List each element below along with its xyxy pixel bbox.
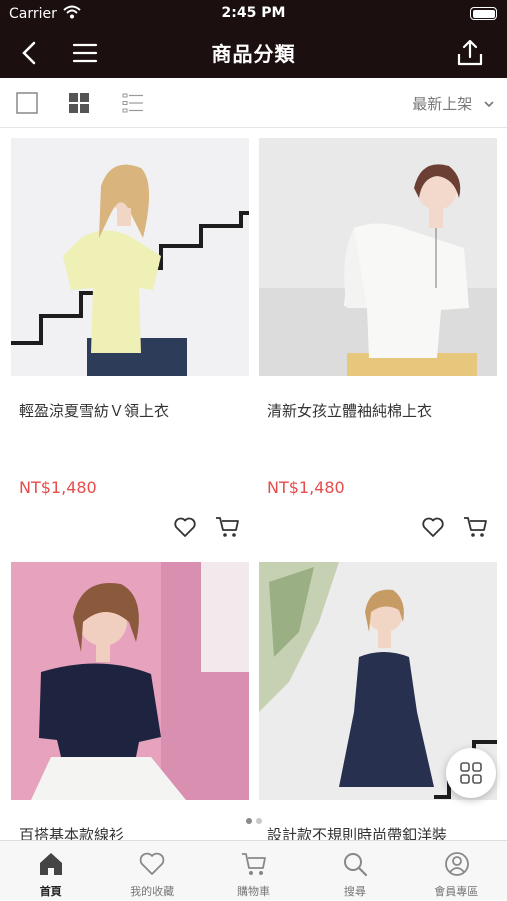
- tab-label: 搜尋: [343, 885, 366, 898]
- view-toolbar: 最新上架: [0, 78, 507, 128]
- grid-toggle-button[interactable]: [446, 748, 496, 798]
- product-price: NT$1,480: [267, 478, 345, 497]
- sort-label: 最新上架: [412, 95, 473, 113]
- tab-member[interactable]: 會員專區: [406, 841, 507, 901]
- single-view-icon[interactable]: [15, 91, 39, 115]
- tab-bar: 首頁 我的收藏 購物車 搜尋 會員專區: [0, 840, 507, 900]
- product-card[interactable]: 百搭基本款線衫: [11, 562, 249, 840]
- list-view-icon[interactable]: [121, 91, 145, 115]
- product-image[interactable]: [11, 138, 249, 376]
- page-dot: [245, 818, 252, 824]
- status-bar: Carrier 2:45 PM: [0, 0, 507, 28]
- product-card[interactable]: 設計款不規則時尚帶釦洋裝: [259, 562, 497, 840]
- tab-label: 首頁: [39, 885, 62, 898]
- grid-icon: [460, 762, 482, 784]
- search-icon: [344, 853, 368, 877]
- tab-label: 我的收藏: [130, 885, 175, 898]
- tab-search[interactable]: 搜尋: [304, 841, 405, 901]
- tab-label: 會員專區: [434, 885, 479, 898]
- clock: 2:45 PM: [221, 5, 286, 21]
- page-title: 商品分類: [211, 42, 296, 66]
- heart-icon[interactable]: [173, 515, 197, 539]
- chevron-down-icon: [484, 101, 494, 108]
- heart-icon[interactable]: [421, 515, 445, 539]
- nav-bar: 商品分類: [0, 28, 507, 78]
- tab-home[interactable]: 首頁: [0, 841, 101, 901]
- battery-icon: [470, 7, 497, 20]
- tab-label: 購物車: [236, 885, 270, 898]
- product-card[interactable]: 清新女孩立體袖純棉上衣 NT$1,480: [259, 138, 497, 548]
- page-dot: [255, 818, 262, 824]
- heart-icon: [140, 852, 165, 875]
- product-name: 清新女孩立體袖純棉上衣: [267, 402, 433, 420]
- cart-icon[interactable]: [215, 515, 241, 539]
- product-image[interactable]: [259, 138, 497, 376]
- tab-cart[interactable]: 購物車: [203, 841, 304, 901]
- grid-view-icon[interactable]: [67, 91, 91, 115]
- cart-icon: [241, 853, 266, 875]
- page-indicator: [0, 809, 507, 828]
- product-grid: 輕盈涼夏雪紡Ｖ領上衣 NT$1,480 清新女孩立體袖純棉上衣 NT$1,480: [0, 128, 507, 840]
- cart-icon[interactable]: [463, 515, 489, 539]
- product-image[interactable]: [11, 562, 249, 800]
- product-card[interactable]: 輕盈涼夏雪紡Ｖ領上衣 NT$1,480: [11, 138, 249, 548]
- share-icon[interactable]: [455, 38, 485, 68]
- product-price: NT$1,480: [19, 478, 97, 497]
- product-name: 輕盈涼夏雪紡Ｖ領上衣: [19, 402, 170, 420]
- home-icon: [40, 853, 62, 875]
- user-icon: [444, 852, 469, 876]
- sort-dropdown[interactable]: 最新上架: [412, 93, 495, 114]
- tab-favorites[interactable]: 我的收藏: [101, 841, 202, 901]
